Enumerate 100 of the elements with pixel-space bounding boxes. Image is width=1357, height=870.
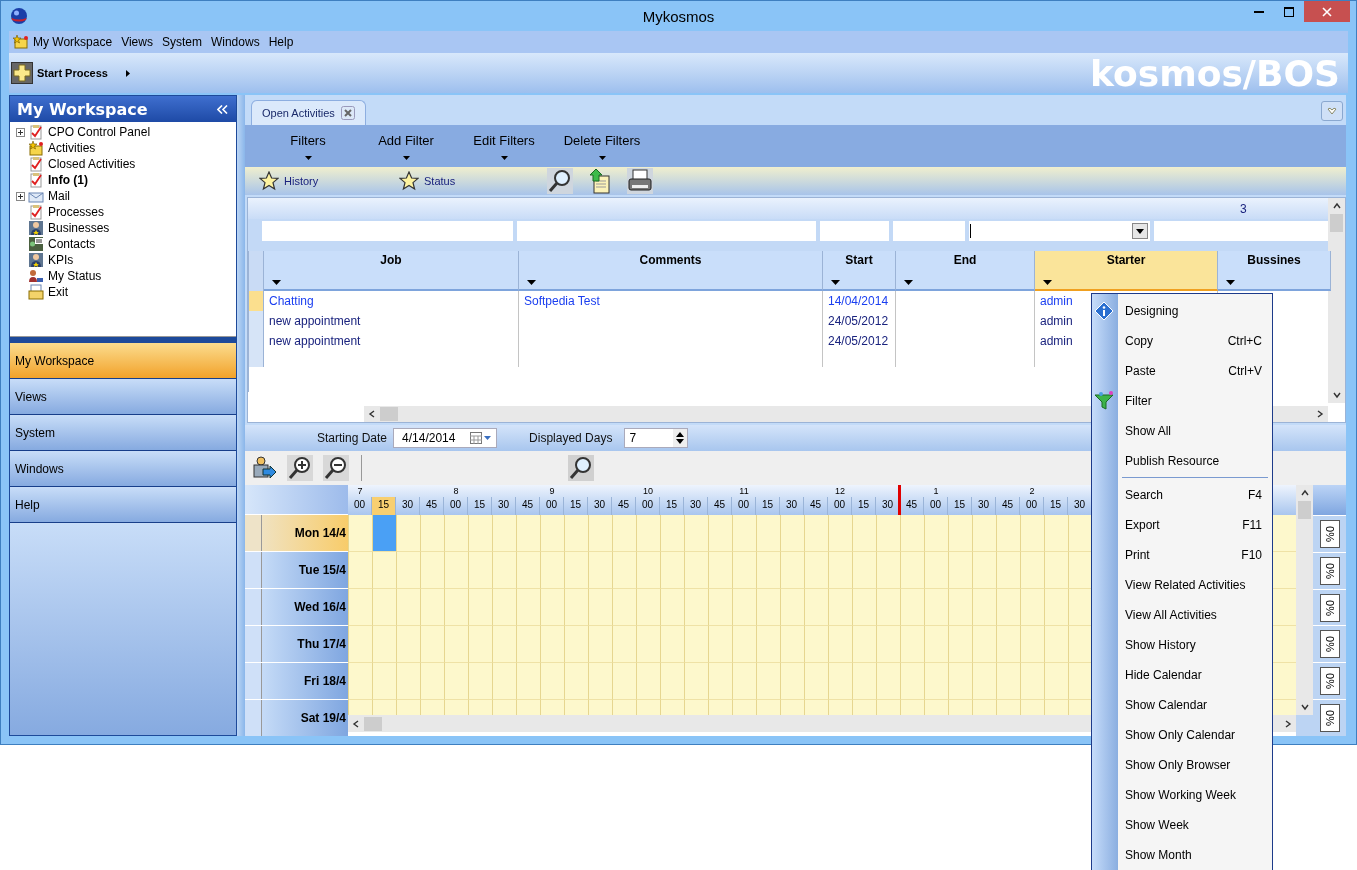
- menu-item[interactable]: Show Calendar: [1125, 698, 1262, 712]
- menu-item[interactable]: Show Working Week: [1125, 788, 1262, 802]
- load-button[interactable]: 0%: [1319, 630, 1340, 659]
- expand-icon[interactable]: [16, 191, 25, 201]
- menu-item[interactable]: Help: [266, 32, 299, 52]
- caret-icon[interactable]: [598, 155, 606, 160]
- column-header[interactable]: Job: [380, 253, 402, 267]
- day-header[interactable]: Thu 17/4: [261, 626, 348, 662]
- menu-item[interactable]: Show Only Calendar: [1125, 728, 1262, 742]
- search-icon[interactable]: [547, 168, 573, 194]
- expand-icon[interactable]: [16, 127, 25, 137]
- column-header[interactable]: Starter: [1106, 253, 1146, 267]
- spin-arrows-icon[interactable]: [673, 429, 688, 447]
- calendar-icon[interactable]: [470, 432, 493, 444]
- day-header[interactable]: Sat 19/4: [261, 700, 348, 736]
- load-button[interactable]: 0%: [1319, 519, 1340, 548]
- menu-item[interactable]: Show History: [1125, 638, 1262, 652]
- menu-item[interactable]: Views: [119, 32, 158, 52]
- printer-icon[interactable]: [627, 168, 653, 194]
- tree-item[interactable]: My Status: [16, 268, 236, 284]
- filter-field[interactable]: [893, 221, 966, 241]
- time-slot[interactable]: [1068, 589, 1092, 626]
- filter-menu-button[interactable]: Edit Filters: [473, 132, 535, 148]
- time-slot[interactable]: [1068, 515, 1092, 552]
- filter-field[interactable]: [1154, 221, 1328, 241]
- menu-item[interactable]: View All Activities: [1125, 608, 1262, 622]
- star-icon[interactable]: [399, 171, 419, 191]
- user-arrow-icon[interactable]: [251, 455, 277, 481]
- row-selector[interactable]: [249, 351, 264, 367]
- plus-icon[interactable]: [11, 62, 33, 84]
- day-header[interactable]: Tue 15/4: [261, 552, 348, 588]
- scroll-up-icon[interactable]: [1332, 202, 1341, 210]
- row-selector[interactable]: [245, 626, 261, 662]
- tab-label[interactable]: Open Activities: [262, 107, 335, 119]
- filter-field[interactable]: [820, 221, 890, 241]
- close-icon[interactable]: [340, 106, 355, 120]
- scroll-up-icon[interactable]: [1300, 489, 1309, 497]
- menu-item[interactable]: Export: [1125, 518, 1235, 532]
- scroll-thumb[interactable]: [1330, 214, 1343, 232]
- sidebar-nav-button[interactable]: Help: [10, 487, 236, 523]
- collapse-icon[interactable]: [217, 104, 228, 114]
- tree-item[interactable]: CPO Control Panel: [16, 124, 236, 140]
- caret-icon[interactable]: [500, 155, 508, 160]
- tree-item[interactable]: Activities: [16, 140, 236, 156]
- filter-menu-button[interactable]: Add Filter: [378, 132, 434, 148]
- row-selector[interactable]: [245, 515, 261, 551]
- scroll-thumb[interactable]: [364, 716, 382, 731]
- filter-field[interactable]: [516, 221, 817, 241]
- column-header[interactable]: Comments: [639, 253, 702, 267]
- star-icon[interactable]: [259, 171, 279, 191]
- day-header[interactable]: Mon 14/4: [261, 515, 348, 551]
- minimize-icon[interactable]: [1254, 10, 1264, 13]
- scroll-left-icon[interactable]: [368, 410, 376, 418]
- start-process-button[interactable]: Start Process: [37, 67, 108, 79]
- date-field[interactable]: 4/14/2014: [393, 428, 498, 448]
- load-button[interactable]: 0%: [1319, 556, 1340, 585]
- zoom-out-icon[interactable]: [323, 455, 349, 481]
- time-slot[interactable]: [1068, 663, 1092, 700]
- heart-icon[interactable]: [1327, 107, 1337, 115]
- row-selector[interactable]: [245, 589, 261, 625]
- menu-item[interactable]: Search: [1125, 488, 1240, 502]
- scroll-right-icon[interactable]: [1284, 719, 1292, 728]
- sidebar-nav-button[interactable]: System: [10, 415, 236, 451]
- filter-menu-button[interactable]: Filters: [290, 132, 326, 148]
- tree-item[interactable]: Closed Activities: [16, 156, 236, 172]
- caret-icon[interactable]: [125, 69, 130, 77]
- menu-item[interactable]: Windows: [208, 32, 265, 52]
- row-selector[interactable]: [249, 311, 264, 331]
- menu-item[interactable]: Show Month: [1125, 848, 1262, 862]
- menu-item[interactable]: My Workspace: [31, 32, 118, 52]
- row-selector[interactable]: [249, 291, 264, 311]
- menu-item[interactable]: View Related Activities: [1125, 578, 1262, 592]
- toolbar-button[interactable]: Status: [424, 175, 456, 187]
- column-header[interactable]: Bussines: [1247, 253, 1301, 267]
- tree-item[interactable]: Processes: [16, 204, 236, 220]
- caret-icon[interactable]: [1226, 280, 1235, 285]
- spin-field[interactable]: 7: [624, 428, 689, 448]
- folder-icon[interactable]: [13, 34, 29, 50]
- filter-field[interactable]: [262, 221, 513, 241]
- splitter-handle[interactable]: [237, 95, 245, 736]
- column-header[interactable]: End: [953, 253, 977, 267]
- tree-item[interactable]: Contacts: [16, 236, 236, 252]
- caret-icon[interactable]: [904, 280, 913, 285]
- scroll-thumb[interactable]: [380, 407, 398, 421]
- caret-icon[interactable]: [402, 155, 410, 160]
- caret-icon[interactable]: [304, 155, 312, 160]
- vertical-scrollbar[interactable]: [1296, 485, 1313, 715]
- tab[interactable]: Open Activities: [251, 100, 366, 125]
- tree-item[interactable]: Mail: [16, 188, 236, 204]
- export-icon[interactable]: [587, 168, 613, 194]
- menu-item[interactable]: Show All: [1125, 424, 1262, 438]
- row-selector[interactable]: [245, 700, 261, 736]
- menu-item[interactable]: Designing: [1125, 304, 1262, 318]
- scroll-down-icon[interactable]: [1332, 391, 1341, 399]
- menu-item[interactable]: Print: [1125, 548, 1234, 562]
- vertical-scrollbar[interactable]: [1328, 198, 1345, 403]
- sidebar-nav-button[interactable]: My Workspace: [10, 343, 236, 379]
- sidebar-nav-button[interactable]: Windows: [10, 451, 236, 487]
- toolbar-button[interactable]: History: [284, 175, 319, 187]
- caret-icon[interactable]: [527, 280, 536, 285]
